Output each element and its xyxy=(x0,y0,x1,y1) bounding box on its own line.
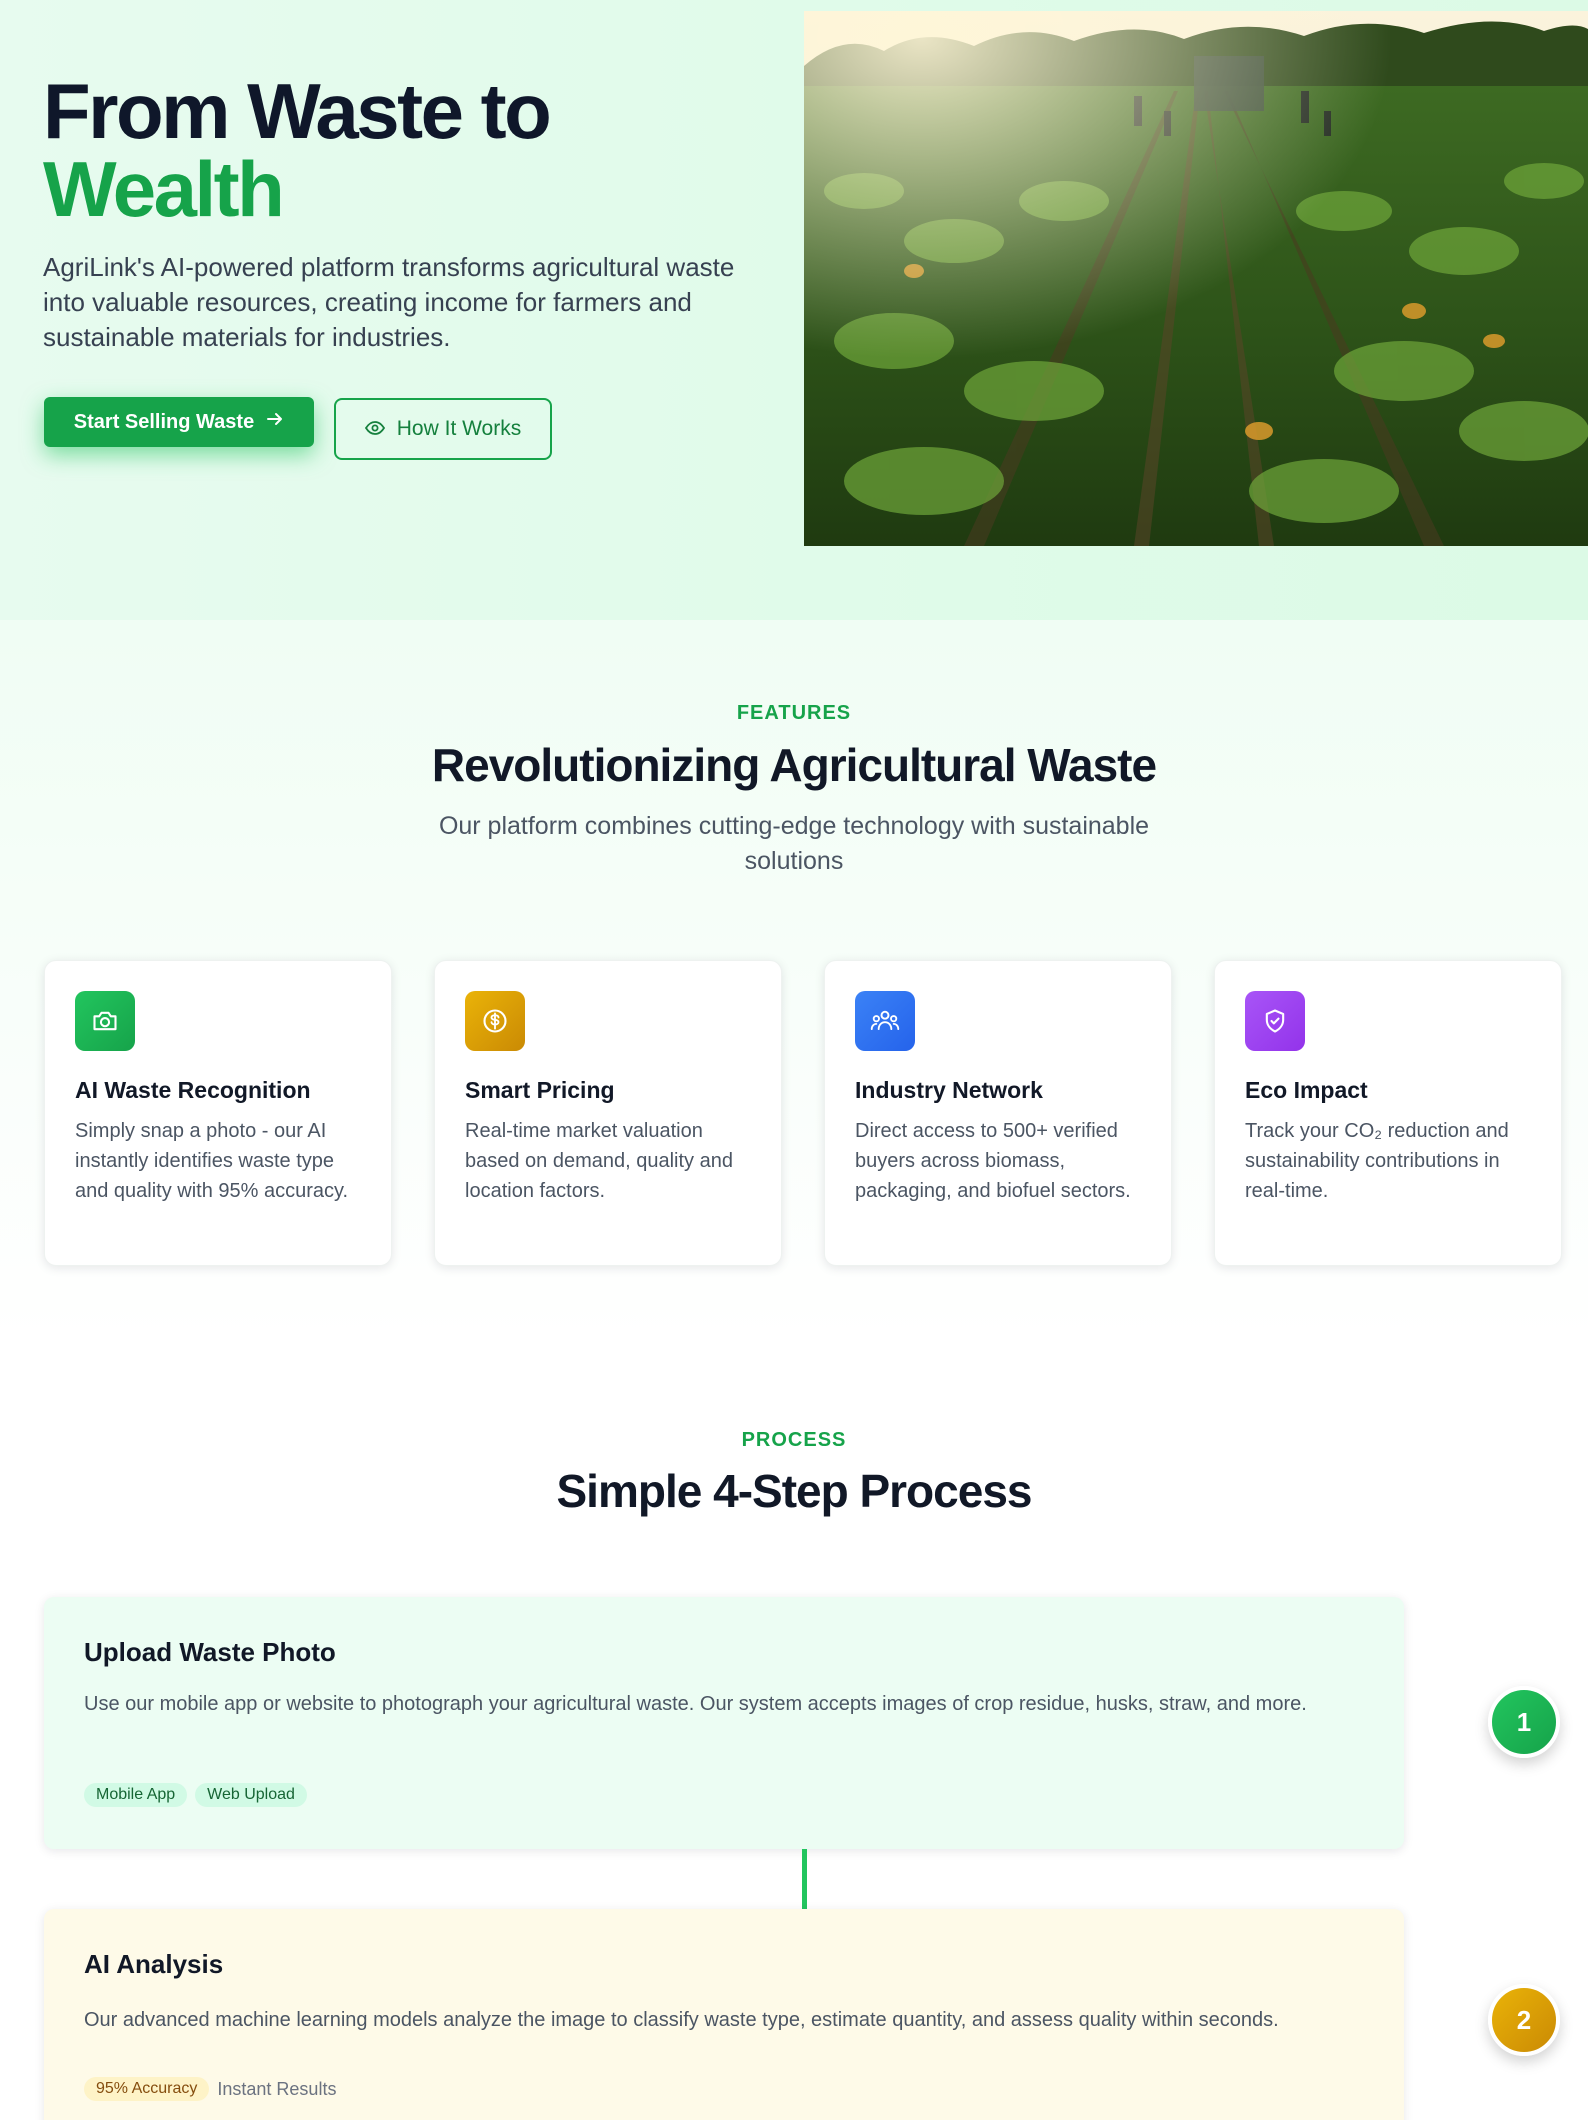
start-selling-button[interactable]: Start Selling Waste xyxy=(44,397,314,447)
users-icon xyxy=(855,991,915,1051)
feature-card-industry-network: Industry Network Direct access to 500+ v… xyxy=(824,960,1172,1266)
farm-field-image xyxy=(804,11,1588,546)
step-number-badge: 1 xyxy=(1488,1686,1560,1758)
feature-card-desc: Real-time market valuation based on dema… xyxy=(465,1120,733,1202)
process-step-upload: Upload Waste Photo Use our mobile app or… xyxy=(44,1597,1404,1849)
feature-card-ai-recognition: AI Waste Recognition Simply snap a photo… xyxy=(44,960,392,1266)
hero-title: From Waste to Wealth xyxy=(43,72,783,228)
feature-card-title: Eco Impact xyxy=(1245,1077,1368,1103)
feature-card-eco-impact: Eco Impact Track your CO₂ reduction and … xyxy=(1214,960,1562,1266)
start-selling-label: Start Selling Waste xyxy=(73,410,255,433)
feature-card-desc: Direct access to 500+ verified buyers ac… xyxy=(855,1120,1131,1202)
step-desc: Use our mobile app or website to photogr… xyxy=(84,1693,1307,1715)
tag-web-upload: Web Upload xyxy=(195,1783,307,1807)
step-connector xyxy=(802,1849,807,1909)
feature-card-desc: Simply snap a photo - our AI instantly i… xyxy=(75,1120,349,1202)
eye-icon xyxy=(364,417,385,441)
tag-accuracy: 95% Accuracy xyxy=(84,2077,210,2101)
feature-card-title: AI Waste Recognition xyxy=(75,1077,311,1103)
features-eyebrow: FEATURES xyxy=(736,702,852,724)
process-step-ai-analysis: AI Analysis Our advanced machine learnin… xyxy=(44,1909,1404,2120)
hero-section: From Waste to Wealth AgriLink's AI-power… xyxy=(0,0,1588,620)
feature-card-smart-pricing: Smart Pricing Real-time market valuation… xyxy=(434,960,782,1266)
step-desc: Our advanced machine learning models ana… xyxy=(84,2009,1279,2031)
arrow-right-icon xyxy=(266,410,284,434)
how-it-works-label: How It Works xyxy=(396,417,522,440)
shield-icon xyxy=(1245,991,1305,1051)
hero-subtitle: AgriLink's AI-powered platform transform… xyxy=(43,252,735,352)
feature-card-desc: Track your CO₂ reduction and sustainabil… xyxy=(1245,1120,1509,1202)
instant-results-note: Instant Results xyxy=(217,2078,337,2099)
process-eyebrow: PROCESS xyxy=(741,1429,847,1451)
how-it-works-button[interactable]: How It Works xyxy=(334,398,552,460)
feature-card-title: Smart Pricing xyxy=(465,1077,615,1103)
hero-title-line1: From Waste to xyxy=(43,67,552,155)
camera-icon xyxy=(75,991,135,1051)
step-number-badge: 2 xyxy=(1488,1984,1560,2056)
step-title: AI Analysis xyxy=(84,1949,224,1979)
hero-title-line2: Wealth xyxy=(43,145,285,233)
step-tags: 95% Accuracy Instant Results xyxy=(84,2077,336,2101)
features-title: Revolutionizing Agricultural Waste xyxy=(431,739,1157,791)
dollar-icon xyxy=(465,991,525,1051)
step-tags: Mobile App Web Upload xyxy=(84,1783,315,1807)
tag-mobile-app: Mobile App xyxy=(84,1783,188,1807)
features-subtitle: Our platform combines cutting-edge techn… xyxy=(438,812,1150,875)
feature-card-title: Industry Network xyxy=(855,1077,1043,1103)
step-title: Upload Waste Photo xyxy=(84,1637,336,1667)
process-title: Simple 4-Step Process xyxy=(556,1465,1033,1517)
